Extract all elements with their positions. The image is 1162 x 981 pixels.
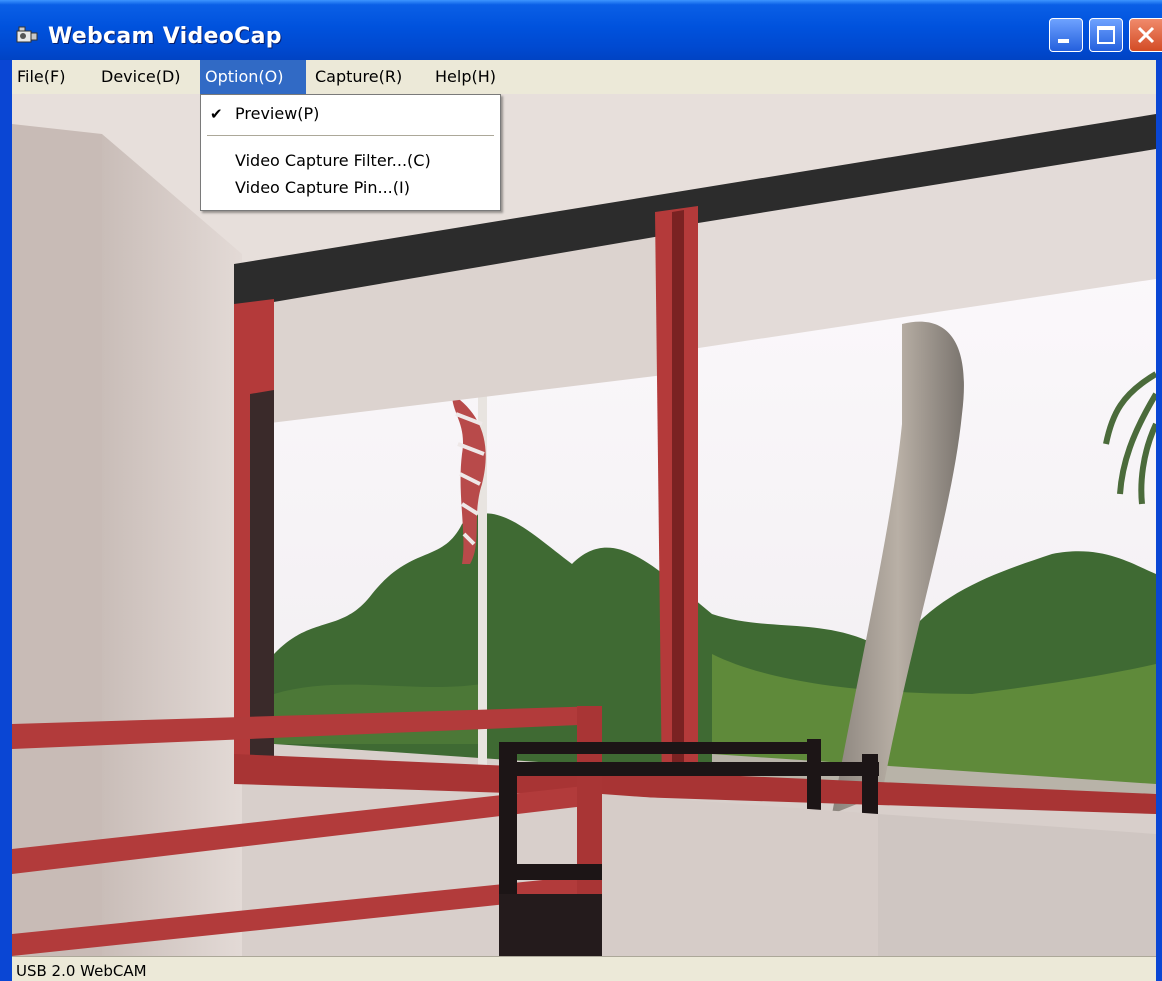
minimize-button[interactable]: [1049, 18, 1083, 52]
webcam-app-icon: [16, 26, 38, 46]
maximize-button[interactable]: [1089, 18, 1123, 52]
menu-item-preview-label: Preview(P): [235, 104, 320, 123]
status-bar: USB 2.0 WebCAM: [12, 956, 1156, 981]
menu-item-video-capture-filter[interactable]: Video Capture Filter...(C): [201, 148, 500, 174]
close-icon: [1137, 26, 1155, 44]
webcam-preview-image: [12, 94, 1156, 956]
menu-item-video-capture-pin[interactable]: Video Capture Pin...(I): [201, 175, 500, 201]
checkmark-icon: ✔: [210, 105, 223, 123]
maximize-icon: [1097, 26, 1115, 44]
menu-capture[interactable]: Capture(R): [310, 60, 407, 94]
option-dropdown-menu: ✔ Preview(P) Video Capture Filter...(C) …: [200, 94, 501, 211]
menu-bar: File(F) Device(D) Option(O) Capture(R) H…: [12, 60, 1156, 94]
close-button[interactable]: [1129, 18, 1162, 52]
menu-separator: [207, 135, 494, 136]
window-frame-left: [0, 60, 12, 981]
title-bar[interactable]: Webcam VideoCap: [0, 0, 1162, 60]
menu-item-video-capture-filter-label: Video Capture Filter...(C): [235, 151, 431, 170]
menu-item-video-capture-pin-label: Video Capture Pin...(I): [235, 178, 410, 197]
menu-item-preview[interactable]: ✔ Preview(P): [201, 101, 500, 127]
video-preview-area[interactable]: [12, 94, 1156, 956]
status-device-name: USB 2.0 WebCAM: [16, 962, 147, 980]
menu-help[interactable]: Help(H): [430, 60, 501, 94]
menu-file[interactable]: File(F): [12, 60, 70, 94]
minimize-icon: [1058, 39, 1069, 43]
menu-option[interactable]: Option(O): [200, 60, 306, 94]
window-title: Webcam VideoCap: [48, 24, 282, 49]
app-window: Webcam VideoCap File(F) Device(D) Option…: [0, 0, 1162, 981]
window-frame-right: [1156, 60, 1162, 981]
menu-device[interactable]: Device(D): [96, 60, 186, 94]
